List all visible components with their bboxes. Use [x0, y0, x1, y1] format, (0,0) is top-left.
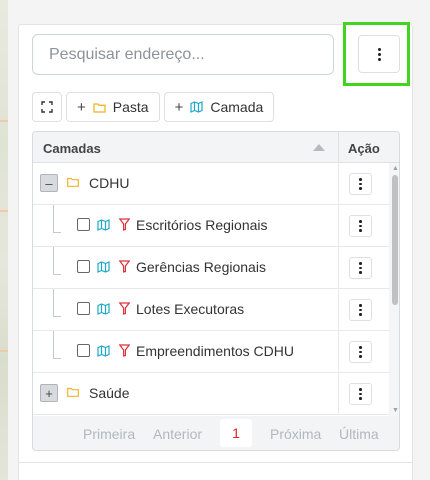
layer-label: Gerências Regionais	[136, 259, 266, 275]
table-row: Gerências Regionais	[33, 247, 389, 289]
table-header: Camadas Ação	[33, 132, 399, 163]
expand-button[interactable]	[32, 92, 62, 122]
address-search-input[interactable]	[32, 34, 334, 75]
row-action-button[interactable]	[349, 257, 372, 279]
scroll-down-icon[interactable]: ▼	[392, 407, 399, 414]
column-header-action: Ação	[348, 141, 380, 156]
plus-icon: +	[174, 98, 184, 116]
scroll-up-icon[interactable]: ▲	[392, 165, 399, 172]
table-row: Lotes Executoras	[33, 289, 389, 331]
table-row: – CDHU	[33, 163, 389, 205]
expand-icon	[41, 101, 53, 113]
filter-icon[interactable]	[119, 302, 130, 315]
add-layer-label: Camada	[210, 99, 264, 115]
kebab-icon	[359, 178, 362, 190]
filter-icon[interactable]	[119, 344, 130, 357]
plus-icon: +	[77, 98, 86, 116]
row-action-button[interactable]	[349, 215, 372, 237]
layer-label: Lotes Executoras	[136, 301, 245, 317]
last-page-button[interactable]: Última	[339, 426, 379, 442]
map-background[interactable]	[0, 0, 8, 480]
folder-icon	[67, 177, 79, 187]
kebab-icon	[359, 262, 362, 274]
layer-visibility-checkbox[interactable]	[77, 302, 90, 315]
map-icon	[97, 345, 110, 357]
row-action-button[interactable]	[349, 299, 372, 321]
table-body: – CDHU Escritórios Regionais Gerências R…	[33, 163, 389, 415]
kebab-icon	[359, 346, 362, 358]
layers-toolbar: + Pasta + Camada	[32, 92, 275, 122]
add-folder-button[interactable]: + Pasta	[66, 92, 160, 122]
tree-connector	[53, 205, 61, 233]
row-action-button[interactable]	[349, 341, 372, 363]
expand-toggle[interactable]: +	[40, 384, 58, 402]
kebab-icon	[359, 388, 362, 400]
map-icon	[97, 261, 110, 273]
filter-icon[interactable]	[119, 218, 130, 231]
layers-table: Camadas Ação – CDHU Escritórios Regionai…	[32, 131, 400, 451]
panel-divider	[19, 462, 412, 463]
previous-page-button[interactable]: Anterior	[153, 426, 202, 442]
table-scrollbar[interactable]: ▲ ▼	[389, 163, 399, 416]
next-page-button[interactable]: Próxima	[270, 426, 321, 442]
table-row: Empreendimentos CDHU	[33, 331, 389, 373]
row-action-button[interactable]	[349, 173, 372, 195]
layers-panel: + Pasta + Camada Camadas Ação –	[18, 22, 413, 480]
layer-visibility-checkbox[interactable]	[77, 218, 90, 231]
panel-menu-button[interactable]	[358, 35, 400, 73]
column-header-layers[interactable]: Camadas	[43, 141, 101, 156]
layer-visibility-checkbox[interactable]	[77, 260, 90, 273]
folder-icon	[93, 102, 106, 113]
tree-connector	[53, 247, 61, 275]
collapse-toggle[interactable]: –	[40, 174, 58, 192]
layer-visibility-checkbox[interactable]	[77, 344, 90, 357]
row-action-button[interactable]	[349, 383, 372, 405]
map-icon	[190, 101, 203, 113]
filter-icon[interactable]	[119, 260, 130, 273]
add-folder-label: Pasta	[112, 99, 149, 115]
current-page-button[interactable]: 1	[220, 419, 252, 447]
layer-label: Empreendimentos CDHU	[136, 343, 294, 359]
folder-label: CDHU	[89, 175, 130, 191]
add-layer-button[interactable]: + Camada	[163, 92, 275, 122]
layer-label: Escritórios Regionais	[136, 217, 268, 233]
kebab-icon	[359, 304, 362, 316]
pagination: Primeira Anterior 1 Próxima Última	[33, 416, 399, 450]
map-icon	[97, 303, 110, 315]
table-row: + Saúde	[33, 373, 389, 415]
kebab-icon	[377, 47, 381, 61]
scrollbar-thumb[interactable]	[392, 175, 398, 305]
kebab-icon	[359, 220, 362, 232]
tree-connector	[53, 331, 61, 359]
first-page-button[interactable]: Primeira	[83, 426, 135, 442]
map-icon	[97, 219, 110, 231]
folder-icon	[67, 387, 79, 397]
folder-label: Saúde	[89, 385, 130, 401]
tree-connector	[53, 289, 61, 317]
table-row: Escritórios Regionais	[33, 205, 389, 247]
sort-ascending-icon[interactable]	[313, 144, 325, 151]
